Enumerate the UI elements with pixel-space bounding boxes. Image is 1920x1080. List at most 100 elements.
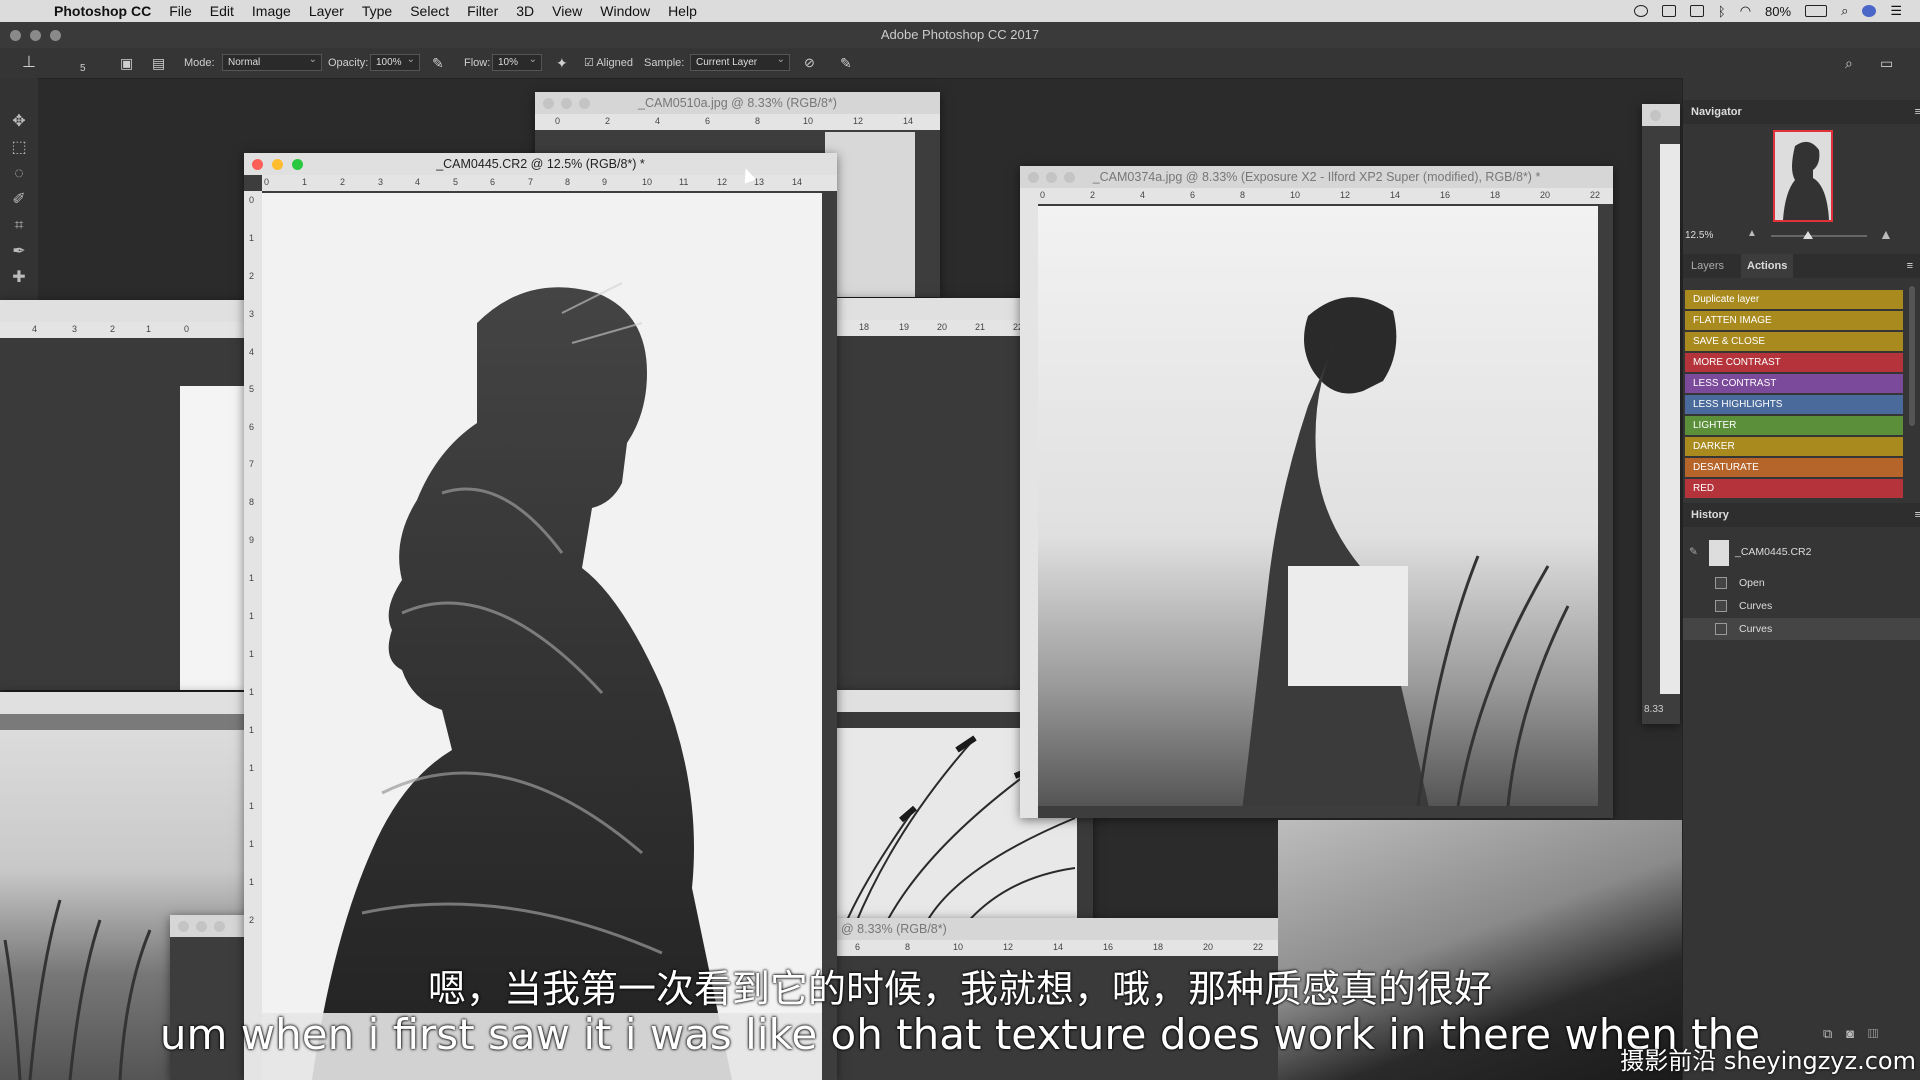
doc-window-right-edge[interactable]: 8.33: [1642, 104, 1680, 724]
clone-source-panel-icon[interactable]: ▣: [120, 48, 133, 78]
zoom-window-button[interactable]: [50, 30, 61, 41]
clone-stamp-tool-icon[interactable]: ⊥: [22, 48, 36, 78]
action-item[interactable]: LESS CONTRAST: [1685, 374, 1903, 393]
brush-size[interactable]: 5: [80, 54, 86, 84]
zoom-button[interactable]: [292, 159, 303, 170]
close-button[interactable]: [543, 98, 554, 109]
action-item[interactable]: DESATURATE: [1685, 458, 1903, 477]
menu-type[interactable]: Type: [362, 3, 392, 19]
airplay-icon[interactable]: [1689, 5, 1704, 17]
doc-window-cam0374a[interactable]: _CAM0374a.jpg @ 8.33% (Exposure X2 - Ilf…: [1020, 166, 1613, 818]
pressure-size-icon[interactable]: ✎: [840, 48, 852, 78]
close-button[interactable]: [1650, 110, 1661, 121]
display-icon[interactable]: [1661, 5, 1676, 17]
doc-window-left-top[interactable]: 4 3 2 1 0: [0, 300, 245, 690]
lasso-tool-icon[interactable]: ◌: [9, 164, 29, 184]
aligned-checkbox[interactable]: ☑ Aligned: [584, 48, 633, 78]
menu-window[interactable]: Window: [600, 3, 650, 19]
zoom-slider-handle[interactable]: [1803, 231, 1813, 239]
history-step[interactable]: Curves: [1683, 595, 1920, 617]
window-title-bar[interactable]: _CAM0510a.jpg @ 8.33% (RGB/8*): [535, 92, 940, 114]
window-title-bar[interactable]: [0, 692, 245, 714]
close-button[interactable]: [252, 159, 263, 170]
action-item[interactable]: FLATTEN IMAGE: [1685, 311, 1903, 330]
close-button[interactable]: [178, 921, 189, 932]
action-item[interactable]: MORE CONTRAST: [1685, 353, 1903, 372]
marquee-tool-icon[interactable]: ⬚: [9, 138, 29, 158]
history-step-active[interactable]: Curves: [1683, 618, 1920, 640]
brush-settings-icon[interactable]: ▤: [152, 48, 165, 78]
doc-window-cam0445[interactable]: _CAM0445.CR2 @ 12.5% (RGB/8*) * 0 1 2 3 …: [244, 153, 837, 1080]
window-title-bar[interactable]: [0, 300, 245, 322]
mode-select[interactable]: Normal: [222, 52, 322, 71]
navigator-zoom[interactable]: 12.5%: [1685, 230, 1713, 241]
window-title-bar[interactable]: [1642, 104, 1680, 126]
pressure-opacity-icon[interactable]: ✎: [432, 48, 444, 78]
actions-scrollbar[interactable]: [1909, 286, 1915, 426]
menu-help[interactable]: Help: [668, 3, 697, 19]
menu-layer[interactable]: Layer: [309, 3, 344, 19]
panel-menu-icon[interactable]: ≡: [1915, 100, 1920, 124]
healing-brush-tool-icon[interactable]: ✚: [9, 268, 29, 288]
bluetooth-icon[interactable]: ᛒ: [1718, 4, 1726, 19]
minimize-button[interactable]: [1046, 172, 1057, 183]
spotlight-icon[interactable]: ⌕: [1841, 3, 1848, 19]
workspace-icon[interactable]: ▭: [1880, 48, 1893, 78]
menu-image[interactable]: Image: [252, 3, 291, 19]
zoom-slider[interactable]: [1771, 235, 1867, 237]
move-tool-icon[interactable]: ✥: [9, 112, 29, 132]
action-item[interactable]: LESS HIGHLIGHTS: [1685, 395, 1903, 414]
zoom-in-icon[interactable]: ▲: [1879, 226, 1893, 242]
wifi-icon[interactable]: ◠: [1740, 3, 1751, 19]
quick-selection-tool-icon[interactable]: ✐: [9, 190, 29, 210]
action-item[interactable]: Duplicate layer: [1685, 290, 1903, 309]
siri-icon[interactable]: [1862, 5, 1877, 17]
creative-cloud-icon[interactable]: [1633, 5, 1648, 17]
navigator-thumbnail[interactable]: [1773, 130, 1833, 222]
zoom-out-icon[interactable]: ▲: [1747, 228, 1757, 239]
tab-actions[interactable]: Actions: [1741, 254, 1794, 278]
notification-center-icon[interactable]: ☰: [1890, 3, 1902, 19]
tab-layers[interactable]: Layers: [1691, 254, 1724, 278]
app-menu[interactable]: Photoshop CC: [54, 3, 151, 19]
opacity-label: Opacity:: [328, 57, 369, 69]
menu-file[interactable]: File: [169, 3, 192, 19]
panel-menu-icon[interactable]: ≡: [1907, 254, 1913, 278]
close-button[interactable]: [1028, 172, 1039, 183]
action-item[interactable]: LIGHTER: [1685, 416, 1903, 435]
zoom-button[interactable]: [579, 98, 590, 109]
history-brush-source-icon[interactable]: ✎: [1689, 537, 1698, 567]
window-title-bar[interactable]: _CAM0374a.jpg @ 8.33% (Exposure X2 - Ilf…: [1020, 166, 1613, 188]
action-item[interactable]: SAVE & CLOSE: [1685, 332, 1903, 351]
search-icon[interactable]: ⌕: [1845, 48, 1853, 78]
crop-tool-icon[interactable]: ⌗: [9, 216, 29, 236]
action-item[interactable]: RED: [1685, 479, 1903, 498]
ruler-tick: 10: [803, 116, 814, 126]
close-window-button[interactable]: [10, 30, 21, 41]
ignore-adjustment-layers-icon[interactable]: ⊘: [804, 48, 815, 78]
menu-view[interactable]: View: [552, 3, 582, 19]
eyedropper-tool-icon[interactable]: ✒: [9, 242, 29, 262]
menu-filter[interactable]: Filter: [467, 3, 498, 19]
opacity-select[interactable]: 100%: [370, 52, 420, 71]
zoom-button[interactable]: [1064, 172, 1075, 183]
toolbox: ✥ ⬚ ◌ ✐ ⌗ ✒ ✚: [0, 78, 38, 308]
battery-icon[interactable]: [1805, 5, 1828, 17]
panel-menu-icon[interactable]: ≡: [1915, 503, 1920, 527]
zoom-button[interactable]: [214, 921, 225, 932]
airbrush-icon[interactable]: ✦: [556, 48, 568, 78]
history-panel-header[interactable]: History ≡: [1683, 503, 1920, 527]
sample-select[interactable]: Current Layer: [690, 52, 790, 71]
navigator-panel-header[interactable]: Navigator ≡: [1683, 100, 1920, 124]
menu-3d[interactable]: 3D: [516, 3, 534, 19]
history-step[interactable]: Open: [1683, 572, 1920, 594]
history-snapshot[interactable]: ✎ _CAM0445.CR2: [1683, 537, 1920, 567]
menu-edit[interactable]: Edit: [210, 3, 234, 19]
minimize-button[interactable]: [561, 98, 572, 109]
flow-select[interactable]: 10%: [492, 52, 542, 71]
minimize-button[interactable]: [272, 159, 283, 170]
minimize-window-button[interactable]: [30, 30, 41, 41]
menu-select[interactable]: Select: [410, 3, 449, 19]
minimize-button[interactable]: [196, 921, 207, 932]
action-item[interactable]: DARKER: [1685, 437, 1903, 456]
